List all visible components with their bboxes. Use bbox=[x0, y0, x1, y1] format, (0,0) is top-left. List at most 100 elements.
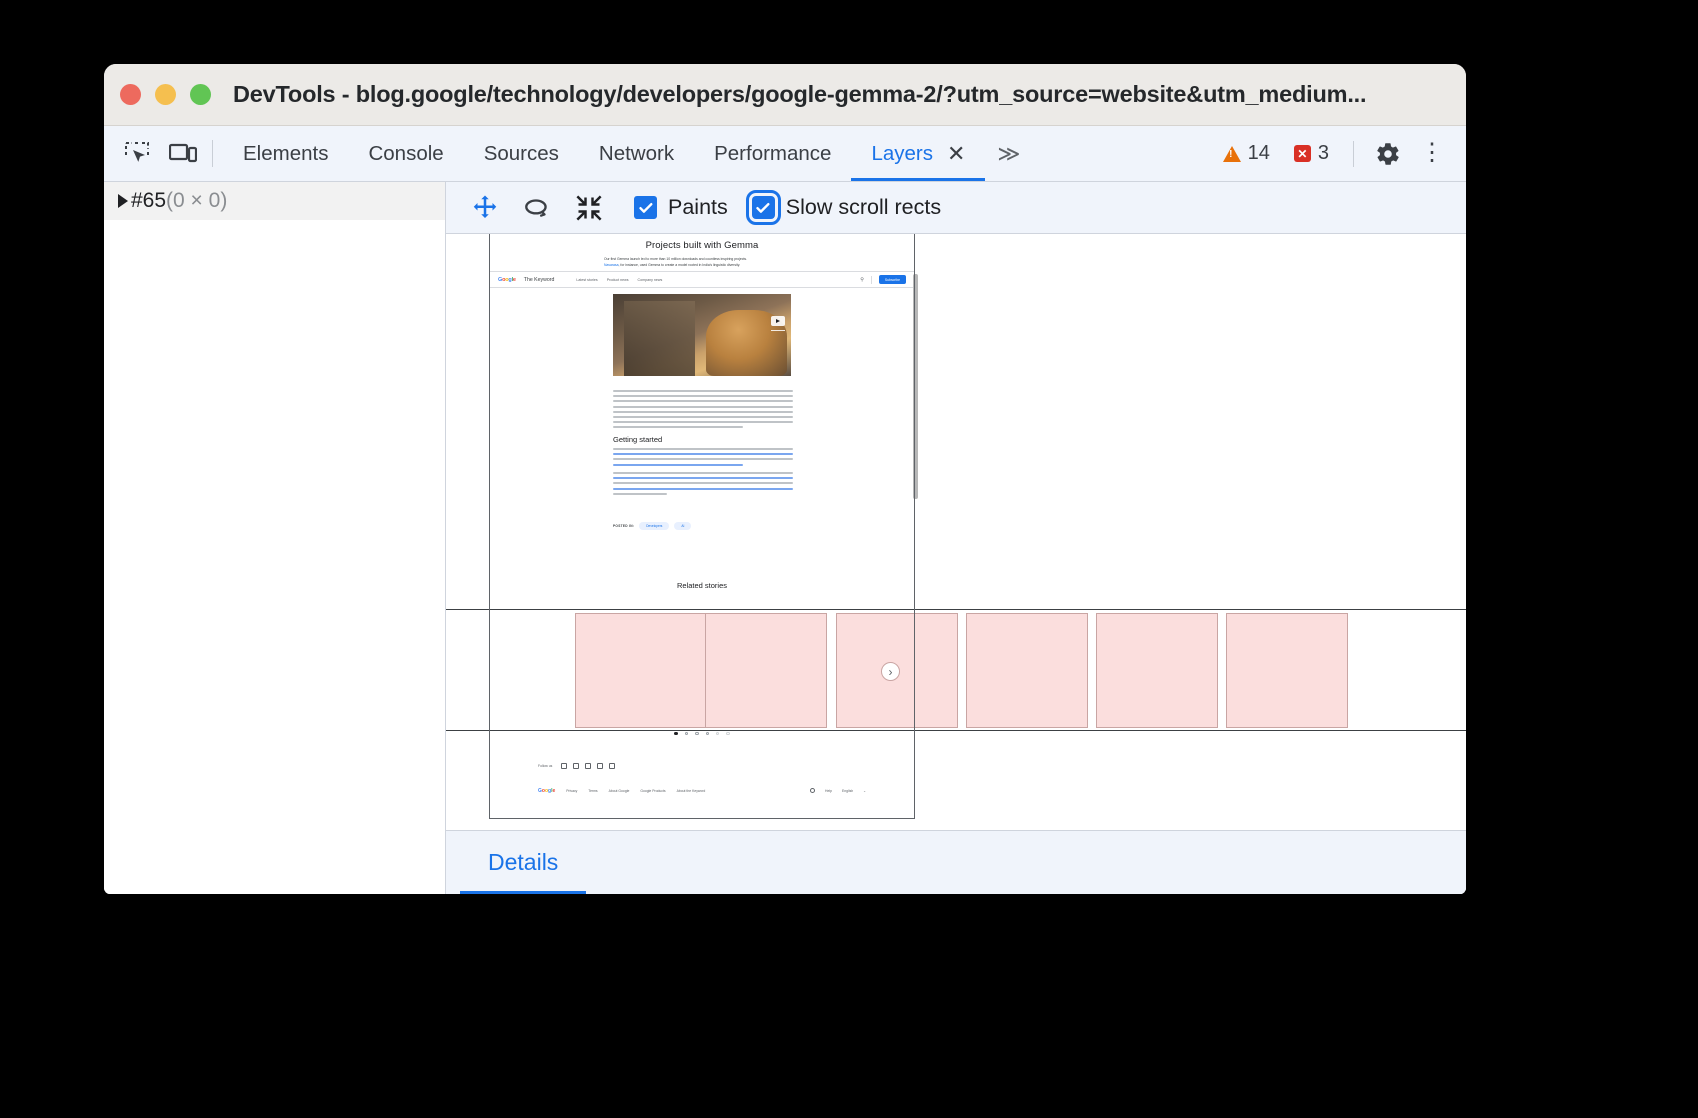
instagram-icon[interactable] bbox=[561, 763, 567, 769]
footer-language[interactable]: English bbox=[842, 789, 853, 793]
carousel-dot[interactable] bbox=[695, 732, 698, 735]
layer-tree-item-name: #65 bbox=[131, 189, 166, 213]
follow-us-label: Follow us bbox=[538, 764, 552, 768]
slow-scroll-rect-tile bbox=[966, 613, 1088, 728]
navbar-divider bbox=[871, 276, 872, 284]
article-title: Projects built with Gemma bbox=[489, 240, 915, 251]
navbar-links: Latest stories Product news Company news bbox=[576, 278, 662, 282]
checkbox-checked-icon bbox=[634, 196, 657, 219]
twitter-icon[interactable] bbox=[573, 763, 579, 769]
section-heading-getting-started: Getting started bbox=[613, 435, 662, 444]
tab-network[interactable]: Network bbox=[579, 126, 694, 181]
checkbox-checked-icon bbox=[752, 196, 775, 219]
tag-ai[interactable]: AI bbox=[674, 522, 691, 530]
facebook-icon[interactable] bbox=[597, 763, 603, 769]
slow-scroll-rects-label: Slow scroll rects bbox=[786, 195, 941, 220]
rotate-mode-icon[interactable] bbox=[516, 187, 558, 229]
tab-label: Layers bbox=[871, 142, 933, 166]
tab-label: Network bbox=[599, 142, 674, 166]
carousel-next-button[interactable]: › bbox=[881, 662, 900, 681]
tab-elements[interactable]: Elements bbox=[223, 126, 348, 181]
more-tabs-icon[interactable]: ≫ bbox=[985, 126, 1032, 181]
layers-3d-viewport[interactable]: Projects built with Gemma Our first Gemm… bbox=[446, 234, 1466, 830]
devtools-body: #65 (0 × 0) bbox=[104, 182, 1466, 894]
inspect-element-icon[interactable] bbox=[114, 126, 160, 181]
footer-link-google-products[interactable]: Google Products bbox=[640, 789, 665, 793]
reset-transform-icon[interactable] bbox=[568, 187, 610, 229]
details-drawer: Details bbox=[446, 830, 1466, 894]
window-title: DevTools - blog.google/technology/develo… bbox=[233, 81, 1366, 108]
tag-developers[interactable]: Developers bbox=[639, 522, 669, 530]
carousel-dot[interactable] bbox=[726, 732, 729, 735]
panel-tabs: Elements Console Sources Network Perform… bbox=[223, 126, 1032, 181]
tab-console[interactable]: Console bbox=[348, 126, 463, 181]
article-paragraph-2 bbox=[613, 448, 793, 469]
close-window-button[interactable] bbox=[120, 84, 141, 105]
layers-sidebar: #65 (0 × 0) bbox=[104, 182, 446, 894]
article-subtitle: Our first Gemma launch led to more than … bbox=[604, 257, 800, 269]
slow-scroll-rect-tile bbox=[575, 613, 724, 728]
footer-dropdown-icon[interactable]: ⌄ bbox=[863, 789, 866, 793]
footer-help-link[interactable]: Help bbox=[825, 789, 832, 793]
article-paragraph-1 bbox=[613, 390, 793, 432]
footer-right-row: Help English ⌄ bbox=[810, 788, 866, 793]
close-tab-icon[interactable]: ✕ bbox=[947, 143, 965, 165]
footer-link-about-google[interactable]: About Google bbox=[609, 789, 630, 793]
expand-triangle-icon[interactable] bbox=[118, 194, 128, 208]
site-navbar: Google The Keyword Latest stories Produc… bbox=[489, 271, 915, 288]
google-logo[interactable]: Google bbox=[498, 277, 516, 283]
tab-details[interactable]: Details bbox=[460, 831, 586, 894]
video-progress-bar bbox=[771, 330, 785, 331]
slow-scroll-rect-tile bbox=[1226, 613, 1348, 728]
subtitle-rest: , for instance, used Gemma to create a m… bbox=[619, 263, 741, 267]
footer-link-terms[interactable]: Terms bbox=[588, 789, 597, 793]
device-toolbar-icon[interactable] bbox=[160, 126, 206, 181]
carousel-dots bbox=[489, 732, 915, 735]
tab-performance[interactable]: Performance bbox=[694, 126, 851, 181]
gear-icon[interactable] bbox=[1368, 134, 1408, 174]
subscribe-button[interactable]: Subscribe bbox=[879, 275, 906, 283]
nav-link-latest-stories[interactable]: Latest stories bbox=[576, 278, 597, 282]
brand-name[interactable]: The Keyword bbox=[524, 277, 555, 283]
details-tab-label: Details bbox=[488, 849, 558, 876]
paints-label: Paints bbox=[668, 195, 728, 220]
page-layer-render: Projects built with Gemma Our first Gemm… bbox=[489, 234, 915, 819]
kebab-menu-icon[interactable]: ⋮ bbox=[1412, 134, 1452, 174]
footer-link-privacy[interactable]: Privacy bbox=[566, 789, 577, 793]
minimize-window-button[interactable] bbox=[155, 84, 176, 105]
footer-social-row: Follow us bbox=[538, 763, 615, 769]
article-paragraph-3 bbox=[613, 472, 793, 498]
warnings-count: 14 bbox=[1248, 142, 1270, 165]
errors-count: 3 bbox=[1318, 142, 1329, 165]
linkedin-icon[interactable] bbox=[609, 763, 615, 769]
pan-mode-icon[interactable] bbox=[464, 187, 506, 229]
slow-scroll-rects-checkbox[interactable]: Slow scroll rects bbox=[752, 195, 941, 220]
tab-sources[interactable]: Sources bbox=[464, 126, 579, 181]
nav-link-company-news[interactable]: Company news bbox=[638, 278, 663, 282]
window-traffic-lights bbox=[120, 84, 211, 105]
nav-link-product-news[interactable]: Product news bbox=[607, 278, 629, 282]
devtools-tabbar: Elements Console Sources Network Perform… bbox=[104, 126, 1466, 182]
footer-link-about-the-keyword[interactable]: About the Keyword bbox=[677, 789, 706, 793]
carousel-dot[interactable] bbox=[674, 732, 677, 735]
footer-google-logo: Google bbox=[538, 788, 555, 794]
page-scrollbar-layer[interactable] bbox=[913, 274, 918, 499]
errors-counter[interactable]: ✕ 3 bbox=[1284, 142, 1339, 165]
play-button-icon[interactable] bbox=[771, 316, 785, 326]
warnings-counter[interactable]: 14 bbox=[1213, 142, 1280, 165]
carousel-dot[interactable] bbox=[706, 732, 709, 735]
youtube-icon[interactable] bbox=[585, 763, 591, 769]
carousel-dot[interactable] bbox=[716, 732, 719, 735]
zoom-window-button[interactable] bbox=[190, 84, 211, 105]
navarasa-link[interactable]: Navarasa bbox=[604, 263, 619, 267]
related-stories-heading: Related stories bbox=[489, 581, 915, 590]
hero-video-thumbnail[interactable] bbox=[613, 294, 791, 376]
carousel-dot[interactable] bbox=[685, 732, 688, 735]
posted-in-label: POSTED IN: bbox=[613, 524, 634, 528]
search-icon[interactable]: ⚲ bbox=[860, 277, 864, 283]
layer-tree-item[interactable]: #65 (0 × 0) bbox=[104, 182, 445, 220]
toolbar-right-group: 14 ✕ 3 ⋮ bbox=[1213, 126, 1466, 181]
paints-checkbox[interactable]: Paints bbox=[634, 195, 728, 220]
tab-layers[interactable]: Layers ✕ bbox=[851, 126, 985, 181]
slow-scroll-rect-tile bbox=[1096, 613, 1218, 728]
